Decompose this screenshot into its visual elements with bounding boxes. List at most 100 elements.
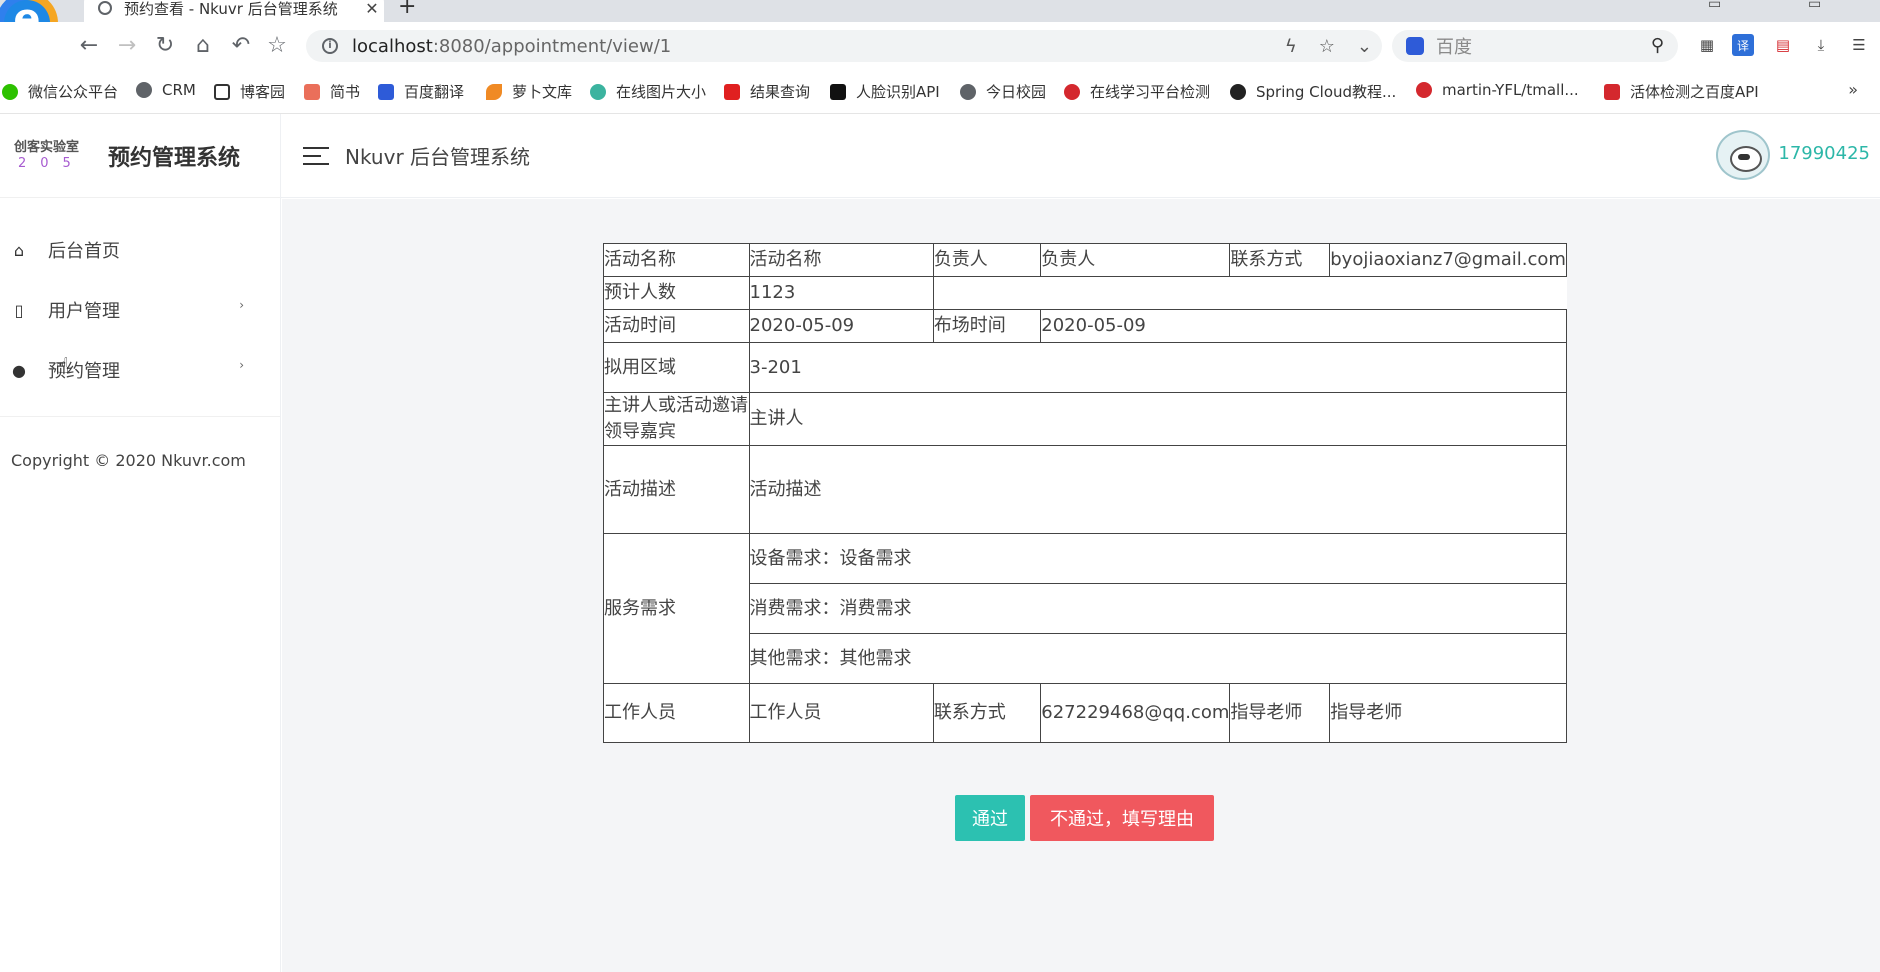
- menu-icon[interactable]: ☰: [1848, 34, 1870, 56]
- table-row: 活动描述 活动描述: [603, 445, 1568, 534]
- table-row: 主讲人或活动邀请领导嘉宾 主讲人: [603, 392, 1568, 446]
- translate-icon[interactable]: 译: [1732, 34, 1754, 56]
- browser-tab[interactable]: 预约查看 - Nkuvr 后台管理系统 ✕: [84, 0, 384, 22]
- sidebar-item-appointments[interactable]: ● 预约管理 ›: [0, 340, 280, 400]
- undo-icon[interactable]: ↶: [226, 30, 256, 60]
- bookmark-item[interactable]: 博客园: [214, 81, 285, 102]
- sidebar-item-home[interactable]: ⌂ 后台首页: [0, 220, 280, 280]
- five-icon: [724, 83, 740, 100]
- bookmark-item[interactable]: 在线图片大小: [590, 81, 706, 102]
- table-row: 工作人员 工作人员 联系方式 627229468@qq.com 指导老师 指导老…: [603, 683, 1567, 743]
- area-value: 3-201: [748, 342, 1568, 393]
- owner-value: 负责人: [1040, 243, 1231, 277]
- g-icon: [1416, 82, 1432, 98]
- owner-label: 负责人: [932, 243, 1042, 277]
- bookmark-item[interactable]: 结果查询: [724, 81, 810, 102]
- equipment-value: 设备需求：设备需求: [748, 533, 1568, 584]
- baidu-translate-icon: [378, 83, 394, 100]
- avatar[interactable]: [1716, 130, 1770, 180]
- hamburger-icon[interactable]: [303, 146, 329, 165]
- qr-icon[interactable]: ▦: [1696, 34, 1718, 56]
- bookmark-item[interactable]: 今日校园: [960, 81, 1046, 102]
- info-icon[interactable]: i: [322, 38, 338, 54]
- new-tab-button[interactable]: +: [398, 0, 416, 19]
- top-header: Nkuvr 后台管理系统 17990425: [281, 114, 1880, 198]
- contact-label: 联系方式: [1229, 243, 1331, 277]
- bookmark-item[interactable]: 人脸识别API: [830, 81, 940, 102]
- staff-value: 工作人员: [748, 683, 934, 743]
- description-value: 活动描述: [748, 445, 1568, 534]
- table-row: 拟用区域 3-201: [603, 342, 1568, 393]
- approve-button[interactable]: 通过: [955, 795, 1025, 841]
- chevron-down-icon[interactable]: ⌄: [1357, 36, 1372, 57]
- lightning-icon[interactable]: ϟ: [1285, 36, 1297, 57]
- activity-name-value: 活动名称: [748, 243, 934, 277]
- download-icon[interactable]: ⤓: [1810, 34, 1832, 56]
- sidebar-item-users[interactable]: ▯ 用户管理 ›: [0, 280, 280, 340]
- action-buttons: 通过 不通过，填写理由: [955, 795, 1214, 841]
- wechat-icon: [2, 83, 18, 100]
- bookmark-item[interactable]: martin-YFL/tmall...: [1416, 81, 1579, 99]
- speaker-value: 主讲人: [748, 392, 1568, 446]
- bookmark-item[interactable]: 微信公众平台: [2, 81, 118, 102]
- minimize-icon[interactable]: ▭: [1708, 0, 1721, 12]
- reload-icon[interactable]: ↻: [150, 30, 180, 60]
- brand-name: 预约管理系统: [108, 145, 241, 171]
- staff-label: 工作人员: [603, 683, 750, 743]
- bookmark-item[interactable]: Spring Cloud教程...: [1230, 81, 1396, 102]
- bookmark-star-icon[interactable]: ☆: [262, 30, 292, 60]
- carrot-icon: [486, 83, 502, 100]
- contact-value: byojiaoxianz7@gmail.com: [1329, 243, 1567, 277]
- description-label: 活动描述: [603, 445, 750, 534]
- expected-count-label: 预计人数: [603, 276, 750, 310]
- bookmark-item[interactable]: 百度翻译: [378, 81, 464, 102]
- browser-tabbar: 预约查看 - Nkuvr 后台管理系统 ✕ + ▭ ▭: [0, 0, 1880, 22]
- c-icon: [1604, 83, 1620, 100]
- url-path: :8080/appointment/view/1: [432, 35, 672, 57]
- back-icon[interactable]: ←: [74, 30, 104, 60]
- username[interactable]: 17990425: [1778, 143, 1870, 164]
- main-content: 活动名称 活动名称 负责人 负责人 联系方式 byojiaoxianz7@gma…: [282, 199, 1880, 972]
- chevron-right-icon: ›: [239, 298, 244, 312]
- brand-logo: 创客实验室 205: [14, 140, 94, 172]
- bookmark-item[interactable]: 简书: [304, 81, 360, 102]
- consumables-value: 消费需求：消费需求: [748, 583, 1568, 634]
- bookmark-item[interactable]: CRM: [136, 81, 196, 99]
- address-bar[interactable]: i localhost:8080/appointment/view/1 ϟ ☆ …: [306, 30, 1382, 62]
- g-icon: [1064, 83, 1080, 100]
- service-label: 服务需求: [603, 533, 750, 684]
- palette-icon: ●: [12, 360, 26, 380]
- pdf-icon[interactable]: ▤: [1772, 34, 1794, 56]
- maximize-icon[interactable]: ▭: [1808, 0, 1821, 12]
- search-icon[interactable]: ⚲: [1651, 35, 1664, 56]
- star-icon[interactable]: ☆: [1319, 36, 1335, 57]
- bookmark-item[interactable]: 在线学习平台检测: [1064, 81, 1210, 102]
- staff-contact-label: 联系方式: [932, 683, 1042, 743]
- sidebar: 创客实验室 205 预约管理系统 ⌂ 后台首页 ▯ 用户管理 › ● 预约管理 …: [0, 114, 281, 972]
- search-input[interactable]: 百度 ⚲: [1392, 30, 1678, 62]
- close-icon[interactable]: ✕: [360, 0, 384, 18]
- brand[interactable]: 创客实验室 205 预约管理系统: [0, 114, 280, 198]
- chevron-right-icon: ›: [239, 358, 244, 372]
- table-row: 活动名称 活动名称 负责人 负责人 联系方式 byojiaoxianz7@gma…: [603, 243, 1567, 277]
- table-row: 活动时间 2020-05-09 布场时间 2020-05-09: [603, 309, 1567, 343]
- globe-icon: [136, 82, 152, 98]
- more-bookmarks-icon[interactable]: »: [1848, 80, 1858, 99]
- sidebar-item-label: 用户管理: [48, 301, 120, 322]
- bookmark-item[interactable]: 活体检测之百度API: [1604, 81, 1759, 102]
- appointment-detail-table: 活动名称 活动名称 负责人 负责人 联系方式 byojiaoxianz7@gma…: [603, 243, 1568, 743]
- other-value: 其他需求：其他需求: [748, 633, 1568, 684]
- activity-time-value: 2020-05-09: [748, 309, 934, 343]
- ai-icon: [830, 83, 846, 100]
- reject-button[interactable]: 不通过，填写理由: [1030, 795, 1214, 841]
- bookmarks-bar: 微信公众平台 CRM 博客园 简书 百度翻译 萝卜文库 在线图片大小 结果查询 …: [0, 68, 1880, 114]
- bookmark-item[interactable]: 萝卜文库: [486, 81, 572, 102]
- activity-name-label: 活动名称: [603, 243, 750, 277]
- copyright: Copyright © 2020 Nkuvr.com: [11, 451, 246, 470]
- forward-icon[interactable]: →: [112, 30, 142, 60]
- address-row: ← → ↻ ⌂ ↶ ☆ i localhost:8080/appointment…: [0, 22, 1880, 68]
- area-label: 拟用区域: [603, 342, 750, 393]
- staff-contact-value: 627229468@qq.com: [1040, 683, 1231, 743]
- activity-time-label: 活动时间: [603, 309, 750, 343]
- home-icon[interactable]: ⌂: [188, 30, 218, 60]
